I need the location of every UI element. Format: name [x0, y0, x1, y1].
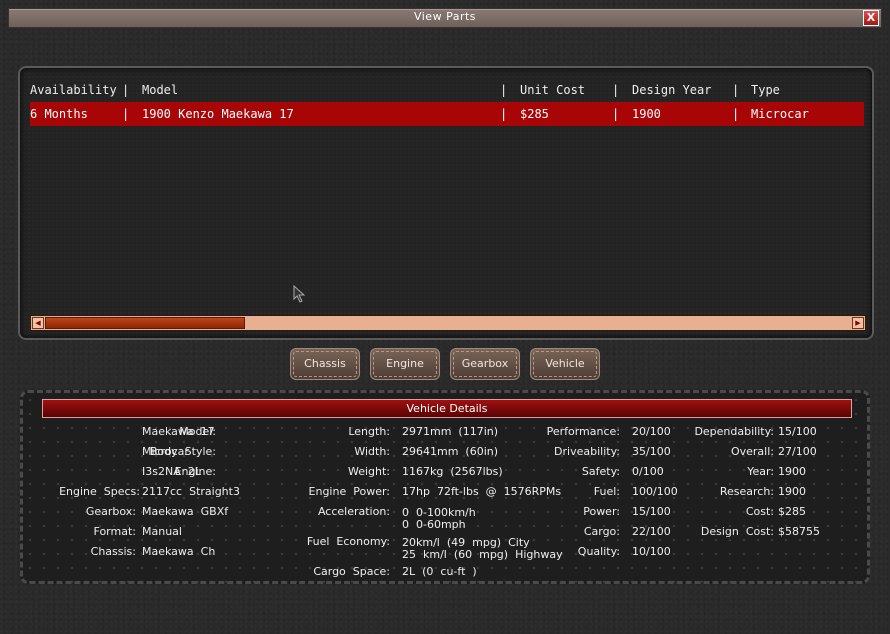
gearbox-label: Gearbox:	[85, 505, 136, 518]
scroll-left-icon[interactable]: ◀	[32, 317, 44, 329]
weight-label: Weight:	[347, 465, 390, 478]
window-title-bar: View Parts X	[8, 8, 882, 28]
quality-label: Quality:	[577, 545, 620, 558]
weight-value: 1167kg (2567lbs)	[402, 465, 503, 478]
cell-unit-cost: $285	[520, 107, 549, 121]
cargo-space-value: 2L (0 cu-ft )	[402, 565, 477, 578]
design-cost-value: $58755	[778, 525, 820, 538]
column-separator: |	[500, 83, 508, 97]
table-row[interactable]: 6 Months | 1900 Kenzo Maekawa 17 | $285 …	[30, 102, 864, 126]
design-cost-label: Design Cost:	[700, 525, 774, 538]
cell-type: Microcar	[751, 107, 809, 121]
close-button[interactable]: X	[863, 10, 879, 26]
body-style-value: Microcar	[142, 445, 189, 458]
year-value: 1900	[778, 465, 806, 478]
engine-value: I3s2NA 2L	[142, 465, 201, 478]
model-value: Maekawa 17	[142, 425, 215, 438]
scroll-right-icon[interactable]: ▶	[852, 317, 864, 329]
column-separator: |	[732, 83, 740, 97]
column-separator: |	[122, 107, 130, 121]
cost-value: $285	[778, 505, 806, 518]
acceleration-value-imperial: 0 0-60mph	[402, 518, 466, 531]
power-rating-label: Power:	[583, 505, 620, 518]
performance-label: Performance:	[546, 425, 620, 438]
engine-specs-value: 2117cc Straight3	[142, 485, 240, 498]
fuel-rating-label: Fuel:	[593, 485, 620, 498]
overall-value: 27/100	[778, 445, 817, 458]
cell-model: 1900 Kenzo Maekawa 17	[142, 107, 294, 121]
column-separator: |	[500, 107, 508, 121]
length-value: 2971mm (117in)	[402, 425, 499, 438]
year-label: Year:	[747, 465, 774, 478]
parts-list-panel: Availability | Model | Unit Cost | Desig…	[18, 66, 874, 340]
cell-availability: 6 Months	[30, 107, 88, 121]
dependability-label: Dependability:	[694, 425, 774, 438]
cargo-rating-label: Cargo:	[583, 525, 620, 538]
table-header: Availability | Model | Unit Cost | Desig…	[30, 78, 864, 102]
header-design-year[interactable]: Design Year	[632, 83, 711, 97]
fuel-economy-highway-value: 25 km/l (60 mpg) Highway	[402, 548, 563, 561]
performance-value: 20/100	[632, 425, 671, 438]
dependability-value: 15/100	[778, 425, 817, 438]
overall-label: Overall:	[730, 445, 774, 458]
window-title: View Parts	[413, 10, 477, 23]
width-value: 29641mm (60in)	[402, 445, 499, 458]
fuel-rating-value: 100/100	[632, 485, 678, 498]
engine-specs-label: Engine Specs:	[59, 485, 140, 498]
header-type[interactable]: Type	[751, 83, 780, 97]
header-unit-cost[interactable]: Unit Cost	[520, 83, 585, 97]
column-separator: |	[612, 107, 620, 121]
tab-chassis[interactable]: Chassis	[290, 348, 360, 380]
engine-power-label: Engine Power:	[308, 485, 390, 498]
header-model[interactable]: Model	[142, 83, 178, 97]
length-label: Length:	[348, 425, 390, 438]
tab-engine[interactable]: Engine	[370, 348, 440, 380]
research-value: 1900	[778, 485, 806, 498]
chassis-label: Chassis:	[90, 545, 136, 558]
power-rating-value: 15/100	[632, 505, 671, 518]
column-separator: |	[732, 107, 740, 121]
cost-label: Cost:	[745, 505, 774, 518]
column-separator: |	[612, 83, 620, 97]
format-label: Format:	[93, 525, 136, 538]
tab-vehicle[interactable]: Vehicle	[530, 348, 600, 380]
tab-gearbox[interactable]: Gearbox	[450, 348, 520, 380]
header-availability[interactable]: Availability	[30, 83, 117, 97]
fuel-economy-label: Fuel Economy:	[306, 535, 390, 548]
safety-label: Safety:	[581, 465, 620, 478]
quality-value: 10/100	[632, 545, 671, 558]
driveability-value: 35/100	[632, 445, 671, 458]
details-title: Vehicle Details	[42, 399, 852, 418]
format-value: Manual	[142, 525, 182, 538]
acceleration-label: Acceleration:	[317, 505, 390, 518]
cell-design-year: 1900	[632, 107, 661, 121]
gearbox-value: Maekawa GBXf	[142, 505, 229, 518]
engine-power-value: 17hp 72ft-lbs @ 1576RPMs	[402, 485, 562, 498]
cargo-space-label: Cargo Space:	[313, 565, 390, 578]
chassis-value: Maekawa Ch	[142, 545, 216, 558]
research-label: Research:	[719, 485, 774, 498]
scroll-thumb[interactable]	[45, 317, 245, 329]
horizontal-scrollbar[interactable]: ◀ ▶	[30, 315, 866, 331]
driveability-label: Driveability:	[554, 445, 620, 458]
width-label: Width:	[354, 445, 390, 458]
column-separator: |	[122, 83, 130, 97]
safety-value: 0/100	[632, 465, 664, 478]
mouse-cursor-icon	[293, 285, 306, 303]
cargo-rating-value: 22/100	[632, 525, 671, 538]
